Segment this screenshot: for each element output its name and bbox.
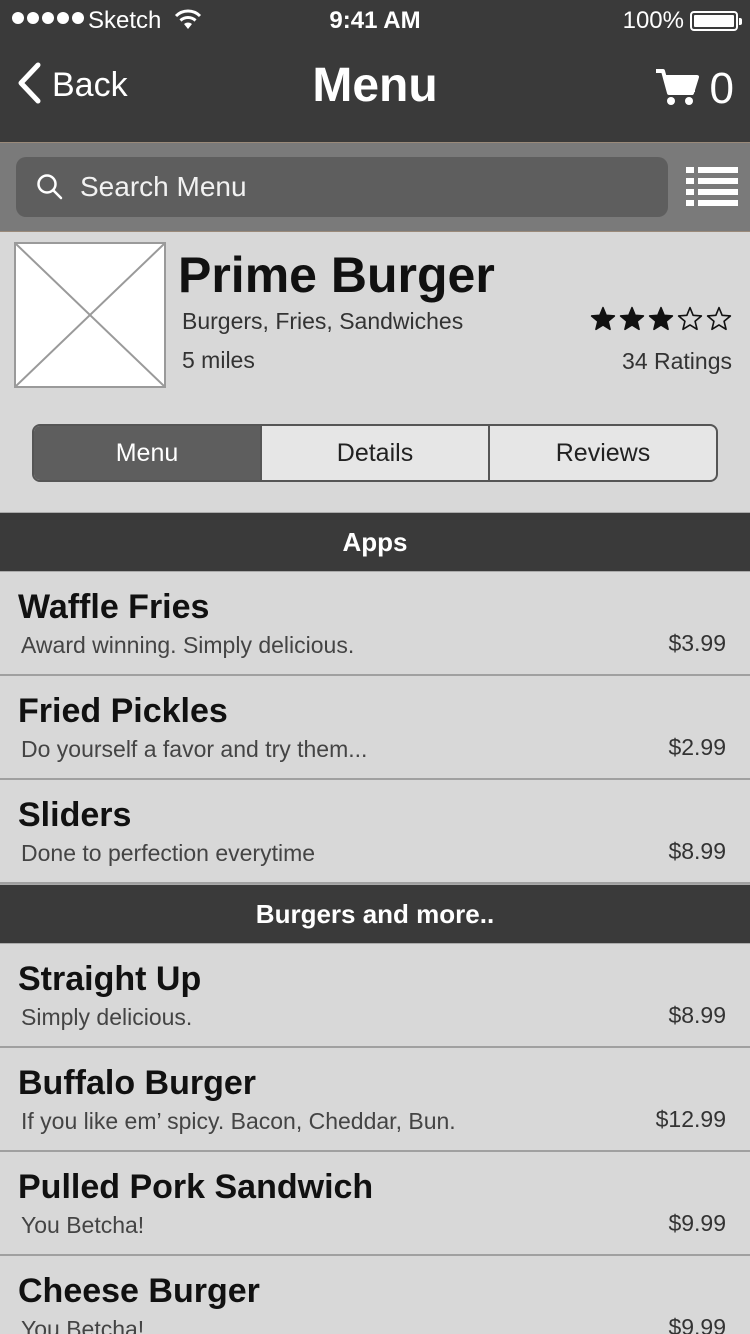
restaurant-name: Prime Burger — [178, 247, 495, 303]
item-description: You Betcha! — [21, 1316, 145, 1334]
tab-reviews[interactable]: Reviews — [488, 426, 716, 480]
item-name: Straight Up — [18, 960, 202, 998]
item-price: $2.99 — [668, 734, 726, 760]
search-icon — [36, 173, 64, 201]
item-description: If you like em’ spicy. Bacon, Cheddar, B… — [21, 1108, 456, 1134]
chevron-left-icon — [16, 62, 42, 109]
restaurant-image-placeholder — [14, 242, 166, 388]
search-field[interactable] — [16, 157, 668, 217]
segmented-control: Menu Details Reviews — [32, 424, 718, 482]
item-name: Fried Pickles — [18, 692, 228, 730]
star-filled-icon — [619, 306, 645, 331]
list-view-button[interactable] — [686, 165, 738, 209]
tab-menu[interactable]: Menu — [34, 426, 260, 480]
cart-count: 0 — [709, 64, 734, 113]
star-filled-icon — [590, 306, 616, 331]
battery-percent: 100% — [622, 7, 684, 34]
back-label: Back — [52, 65, 128, 104]
menu-item[interactable]: Straight Up Simply delicious. $8.99 — [0, 944, 750, 1048]
navigation-bar: Sketch 9:41 AM 100% Back Menu 0 — [0, 0, 750, 142]
back-button[interactable]: Back — [16, 62, 128, 108]
item-name: Waffle Fries — [18, 588, 210, 626]
restaurant-header: Prime Burger Burgers, Fries, Sandwiches … — [0, 232, 750, 512]
item-description: Award winning. Simply delicious. — [21, 632, 355, 658]
item-name: Sliders — [18, 796, 132, 834]
item-name: Buffalo Burger — [18, 1064, 256, 1102]
item-price: $8.99 — [668, 838, 726, 864]
menu-item[interactable]: Buffalo Burger If you like em’ spicy. Ba… — [0, 1048, 750, 1152]
item-description: Simply delicious. — [21, 1004, 193, 1030]
section-header-burgers: Burgers and more.. — [0, 884, 750, 944]
item-price: $9.99 — [668, 1314, 726, 1334]
item-price: $9.99 — [668, 1210, 726, 1236]
search-bar — [0, 142, 750, 232]
ratings-count: 34 Ratings — [622, 348, 732, 374]
menu-item[interactable]: Fried Pickles Do yourself a favor and tr… — [0, 676, 750, 780]
status-bar: Sketch 9:41 AM 100% — [0, 0, 750, 40]
item-description: Done to perfection everytime — [21, 840, 316, 866]
item-price: $12.99 — [655, 1106, 726, 1132]
item-description: You Betcha! — [21, 1212, 145, 1238]
cart-button[interactable]: 0 — [654, 64, 734, 114]
menu-item[interactable]: Cheese Burger You Betcha! $9.99 — [0, 1256, 750, 1334]
star-empty-icon — [677, 306, 703, 331]
menu-list: Apps Waffle Fries Award winning. Simply … — [0, 512, 750, 1334]
item-price: $8.99 — [668, 1002, 726, 1028]
item-price: $3.99 — [668, 630, 726, 656]
menu-item[interactable]: Waffle Fries Award winning. Simply delic… — [0, 572, 750, 676]
star-filled-icon — [648, 306, 674, 331]
cart-icon — [654, 67, 700, 112]
search-input[interactable] — [80, 171, 640, 203]
section-header-apps: Apps — [0, 512, 750, 572]
star-empty-icon — [706, 306, 732, 331]
restaurant-distance: 5 miles — [182, 347, 255, 373]
battery-icon — [690, 11, 742, 31]
list-icon — [686, 167, 738, 213]
tab-details[interactable]: Details — [260, 426, 488, 480]
item-description: Do yourself a favor and try them... — [21, 736, 368, 762]
item-name: Cheese Burger — [18, 1272, 260, 1310]
menu-item[interactable]: Sliders Done to perfection everytime $8.… — [0, 780, 750, 884]
star-rating — [590, 306, 732, 332]
item-name: Pulled Pork Sandwich — [18, 1168, 374, 1206]
restaurant-categories: Burgers, Fries, Sandwiches — [182, 308, 464, 334]
menu-item[interactable]: Pulled Pork Sandwich You Betcha! $9.99 — [0, 1152, 750, 1256]
